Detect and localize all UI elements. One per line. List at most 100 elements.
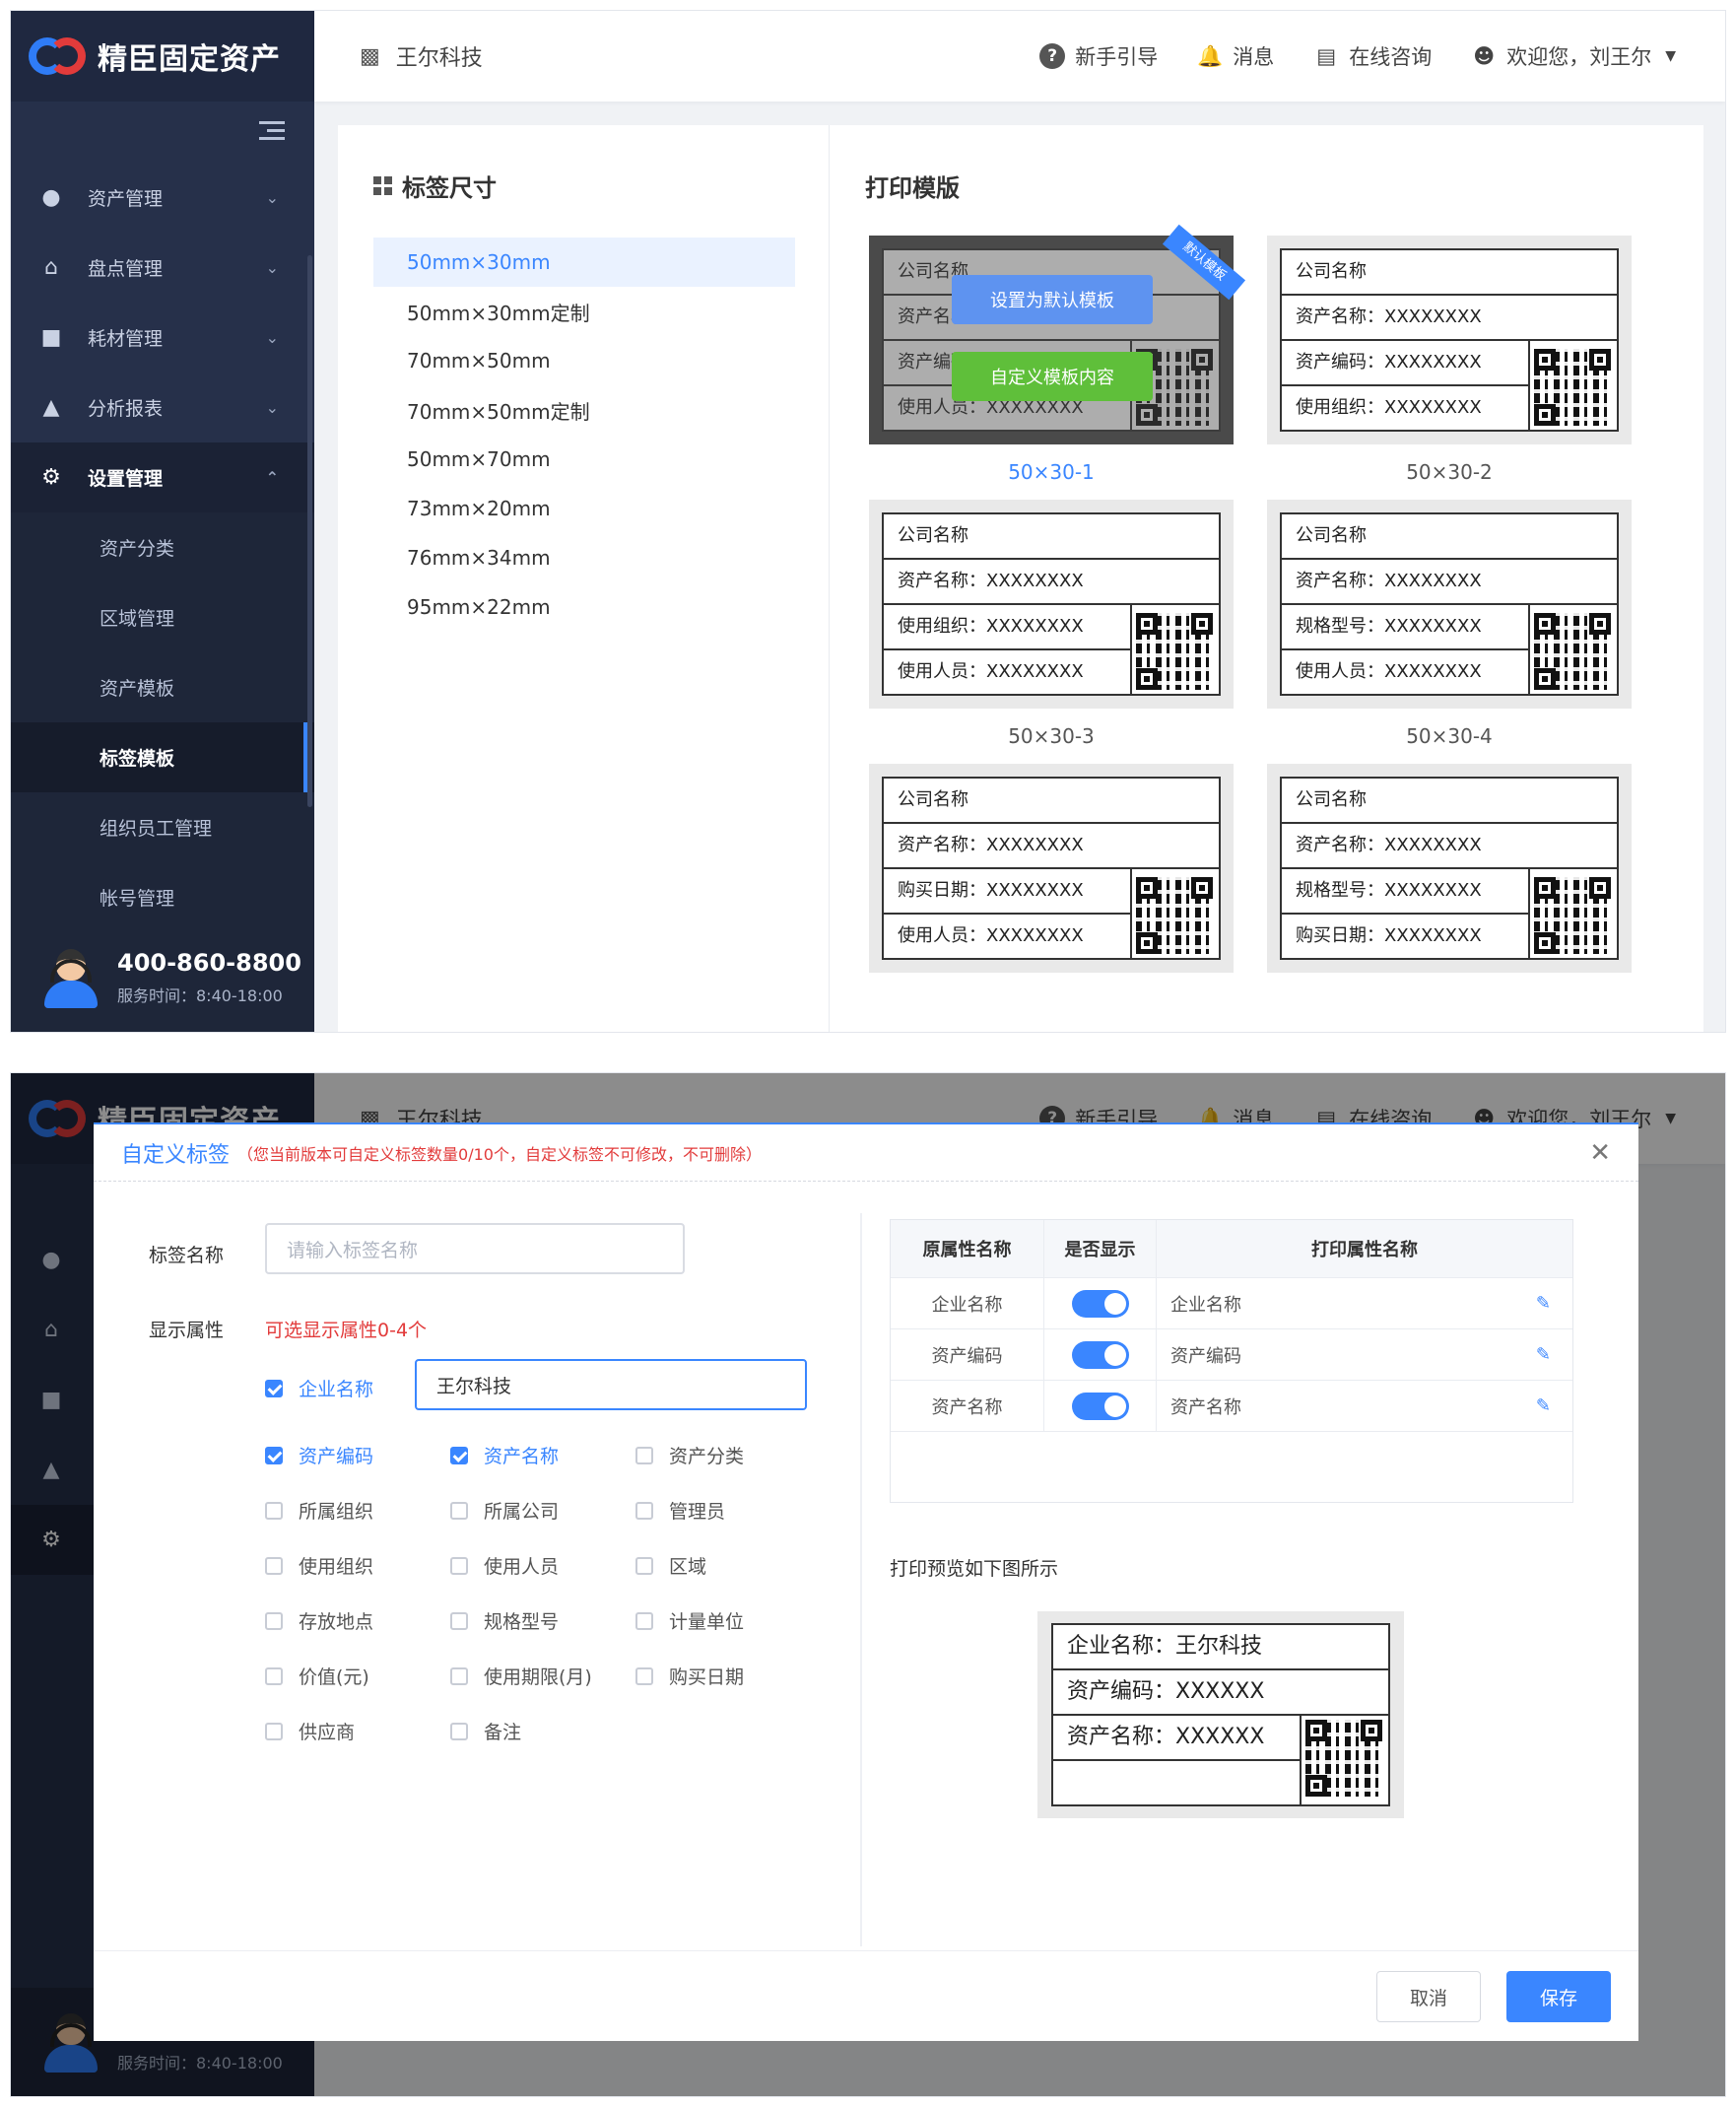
close-icon[interactable]: ✕ [1589,1138,1611,1168]
orig-name: 资产名称 [891,1381,1044,1431]
label-row: 资产名称：XXXXXXXX [1282,560,1617,605]
template-name: 50×30-1 [1008,460,1095,484]
checkbox-value[interactable]: 价值(元) [265,1663,369,1689]
edit-icon[interactable]: ✎ [1536,1395,1551,1416]
warehouse-icon: ⌂ [44,255,58,280]
consult-link[interactable]: ▤ 在线咨询 [1313,41,1432,71]
sidebar-item-assets[interactable]: ● 资产管理 ⌄ [11,163,314,233]
show-toggle[interactable] [1071,1340,1129,1369]
sidebar-item-org-staff[interactable]: 组织员工管理 [11,792,314,862]
messages-link[interactable]: 🔔 消息 [1197,41,1274,71]
edit-icon[interactable]: ✎ [1536,1293,1551,1314]
label-row: 资产名称：XXXXXXXX [884,824,1219,869]
label-row [1053,1761,1302,1806]
size-item[interactable]: 73mm×20mm [373,484,795,533]
cancel-button[interactable]: 取消 [1376,1971,1481,2022]
table-row: 资产编码 资产编码 ✎ [891,1328,1572,1380]
template-card[interactable]: 公司名称 资产名称：XXXXXXXX 规格型号：XXXXXXXX 购买日期：XX… [1267,764,1632,973]
checkbox-asset-code[interactable]: 资产编码 [265,1442,373,1468]
dialog-header: 自定义标签 （您当前版本可自定义标签数量0/10个，自定义标签不可修改，不可删除… [94,1124,1638,1182]
checkbox-asset-category[interactable]: 资产分类 [635,1442,744,1468]
customize-template-button[interactable]: 自定义模板内容 [952,352,1153,401]
checkbox-asset-name[interactable]: 资产名称 [450,1442,559,1468]
label-row: 使用组织：XXXXXXXX [1282,386,1530,432]
size-item[interactable]: 95mm×22mm [373,582,795,632]
checkbox-unit[interactable]: 计量单位 [635,1607,744,1634]
size-item[interactable]: 76mm×34mm [373,533,795,582]
user-menu[interactable]: ☻ 欢迎您，刘王尔 ▼ [1471,41,1676,71]
checkbox-company[interactable]: 企业名称 [265,1375,373,1401]
label-preview: 公司名称 资产名称：XXXXXXXX 规格型号：XXXXXXXX 使用人员：XX… [1280,512,1619,696]
size-title-text: 标签尺寸 [402,174,497,202]
column-header: 打印属性名称 [1311,1240,1418,1260]
checkbox-admin[interactable]: 管理员 [635,1497,725,1524]
chevron-down-icon: ⌄ [265,398,279,417]
hamburger-icon[interactable] [259,121,285,145]
custom-label-page: 精臣固定资产 ● ⌂ ■ ▲ ⚙ 服务时间：8:40-18:00 ▩ 王尔科技 … [10,1072,1726,2097]
size-item[interactable]: 50mm×30mm定制 [373,287,795,336]
service-hours: 服务时间：8:40-18:00 [117,986,283,1005]
size-item[interactable]: 70mm×50mm [373,336,795,385]
label-row: 资产编码：XXXXXX [1053,1670,1388,1716]
qr-code-icon [1136,613,1213,690]
template-card[interactable]: 公司名称 资产名称：XXXXXXXX 购买日期：XXXXXXXX 使用人员：XX… [869,764,1234,973]
label-row: 公司名称 [1282,250,1617,296]
guide-link[interactable]: ? 新手引导 [1039,41,1158,71]
consult-label: 在线咨询 [1349,45,1433,69]
company-print-name-input[interactable]: 王尔科技 [415,1359,807,1410]
set-default-button[interactable]: 设置为默认模板 [952,275,1153,324]
label-row: 使用人员：XXXXXXXX [1282,650,1530,696]
sidebar-item-asset-template[interactable]: 资产模板 [11,652,314,722]
qr-code-icon [1305,1720,1382,1797]
checkbox-org[interactable]: 所属组织 [265,1497,373,1524]
user-icon: ☻ [1473,44,1496,68]
sidebar-item-asset-category[interactable]: 资产分类 [11,512,314,582]
template-card[interactable]: 公司名称 资产名称：XXXXXXXX 资产编码：XXXXXXXX 使用组织：XX… [1267,236,1632,484]
table-row: 资产名称 资产名称 ✎ [891,1380,1572,1431]
checkbox-company-owner[interactable]: 所属公司 [450,1497,559,1524]
sidebar-item-reports[interactable]: ▲ 分析报表 ⌄ [11,373,314,442]
checkbox-purchase-date[interactable]: 购买日期 [635,1663,744,1689]
checkbox-remark[interactable]: 备注 [450,1718,521,1744]
label-name-input[interactable]: 请输入标签名称 [265,1223,685,1274]
checkbox-supplier[interactable]: 供应商 [265,1718,355,1744]
sidebar-item-label-template[interactable]: 标签模板 [11,722,314,792]
qr-code-icon [1136,877,1213,954]
label-preview: 公司名称 资产名称：XXXXXXXX 使用组织：XXXXXXXX 使用人员：XX… [882,512,1221,696]
checkbox-location[interactable]: 存放地点 [265,1607,373,1634]
size-item[interactable]: 70mm×50mm定制 [373,385,795,435]
checkbox-term[interactable]: 使用期限(月) [450,1663,592,1689]
sidebar-scrollbar[interactable] [307,255,312,807]
label-row: 公司名称 [884,514,1219,560]
checkbox-use-org[interactable]: 使用组织 [265,1552,373,1579]
sidebar-item-consumables[interactable]: ■ 耗材管理 ⌄ [11,303,314,373]
checkbox-box [265,1446,283,1464]
edit-icon[interactable]: ✎ [1536,1344,1551,1365]
save-button[interactable]: 保存 [1506,1971,1611,2022]
checkbox-box [265,1722,283,1740]
show-toggle[interactable] [1071,1289,1129,1318]
checkbox-user[interactable]: 使用人员 [450,1552,559,1579]
checkbox-spec[interactable]: 规格型号 [450,1607,559,1634]
sidebar: 精臣固定资产 ● 资产管理 ⌄ ⌂ 盘点管理 ⌄ ■ 耗材管理 ⌄ ▲ 分析报表… [11,11,314,1032]
company-name: 王尔科技 [395,46,483,71]
sidebar-item-label: 盘点管理 [88,258,164,280]
show-toggle[interactable] [1071,1392,1129,1420]
template-card[interactable]: 默认模板 公司名称 资产名称：XXXXXXXX 资产编码：XXXXXXXX 使用… [869,224,1246,484]
settings-submenu: 资产分类 区域管理 资产模板 标签模板 组织员工管理 帐号管理 [11,512,314,932]
sidebar-item-area[interactable]: 区域管理 [11,582,314,652]
collapse-toggle[interactable] [11,102,314,163]
checkbox-area[interactable]: 区域 [635,1552,706,1579]
template-card[interactable]: 公司名称 资产名称：XXXXXXXX 使用组织：XXXXXXXX 使用人员：XX… [869,500,1234,748]
size-item[interactable]: 50mm×30mm [373,238,795,287]
sidebar-item-inventory[interactable]: ⌂ 盘点管理 ⌄ [11,233,314,303]
checkbox-label: 计量单位 [669,1611,745,1633]
size-item[interactable]: 50mm×70mm [373,435,795,484]
template-card[interactable]: 公司名称 资产名称：XXXXXXXX 规格型号：XXXXXXXX 使用人员：XX… [1267,500,1632,748]
checkbox-box [635,1611,653,1630]
sidebar-item-settings[interactable]: ⚙ 设置管理 ⌃ [11,442,314,512]
qr-code-icon [1534,877,1611,954]
company-switcher[interactable]: ▩ 王尔科技 [360,40,483,72]
sidebar-item-accounts[interactable]: 帐号管理 [11,862,314,932]
hotline-phone: 400-860-8800 [117,949,301,977]
